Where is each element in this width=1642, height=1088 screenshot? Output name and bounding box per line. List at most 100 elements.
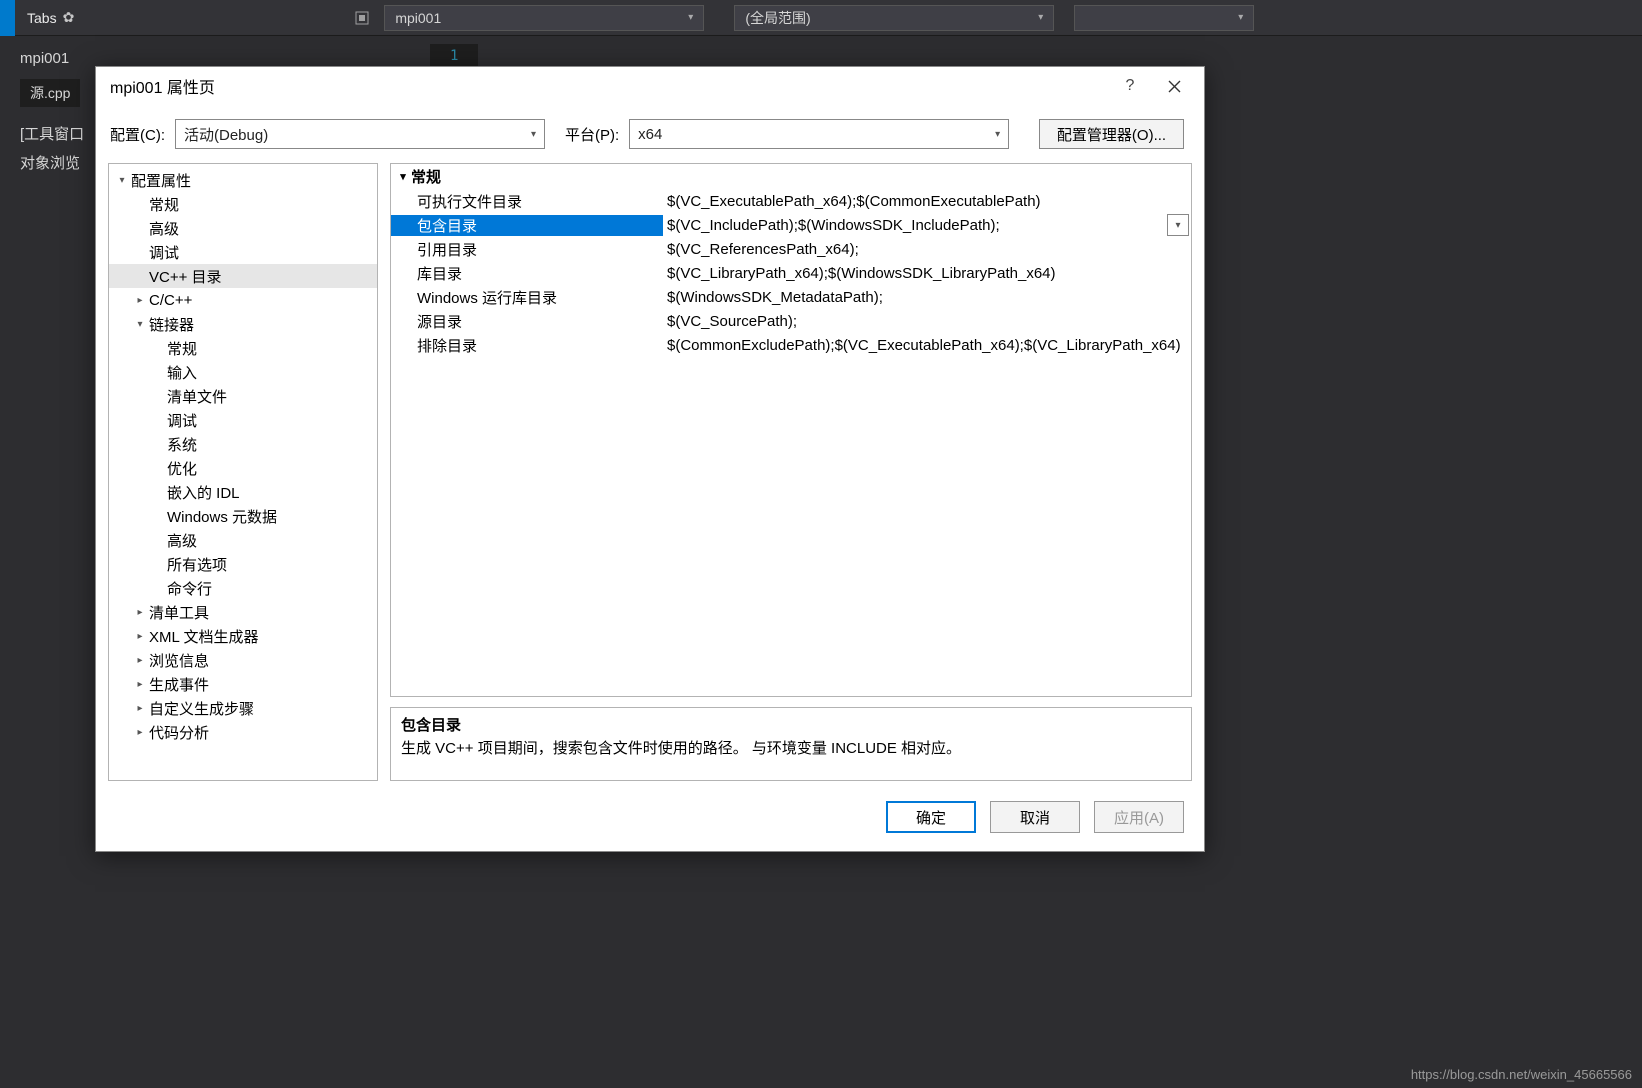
chevron-right-icon[interactable]: ▸ xyxy=(133,607,147,618)
chevron-right-icon[interactable]: ▸ xyxy=(133,295,147,306)
property-grid[interactable]: ▾ 常规 可执行文件目录$(VC_ExecutablePath_x64);$(C… xyxy=(390,163,1192,697)
project-combo[interactable]: mpi001 ▾ xyxy=(384,5,704,31)
tree-item[interactable]: 命令行 xyxy=(109,576,377,600)
chevron-right-icon[interactable]: ▸ xyxy=(133,727,147,738)
property-group-title: 常规 xyxy=(411,166,441,187)
platform-label: 平台(P): xyxy=(565,124,619,145)
tool-window-cut: [工具窗口 xyxy=(20,121,84,150)
tree-item-label: 所有选项 xyxy=(167,554,227,575)
tree-item[interactable]: VC++ 目录 xyxy=(109,264,377,288)
tabs-tool-label[interactable]: Tabs ✿ xyxy=(15,0,86,35)
property-row[interactable]: 引用目录$(VC_ReferencesPath_x64); xyxy=(391,237,1191,261)
chevron-right-icon[interactable]: ▸ xyxy=(133,679,147,690)
code-gutter: 1 xyxy=(430,44,478,68)
tree-item[interactable]: 清单文件 xyxy=(109,384,377,408)
dialog-titlebar[interactable]: mpi001 属性页 ? xyxy=(96,67,1204,105)
ok-button[interactable]: 确定 xyxy=(886,801,976,833)
tree-item[interactable]: Windows 元数据 xyxy=(109,504,377,528)
property-pages-dialog: mpi001 属性页 ? 配置(C): 活动(Debug) ▾ 平台(P): x… xyxy=(95,66,1205,852)
tree-item-label: VC++ 目录 xyxy=(149,266,222,287)
tree-item[interactable]: ▸C/C++ xyxy=(109,288,377,312)
tree-item-label: Windows 元数据 xyxy=(167,506,277,527)
tree-item[interactable]: 优化 xyxy=(109,456,377,480)
tree-item[interactable]: 常规 xyxy=(109,192,377,216)
tree-item-label: 命令行 xyxy=(167,578,212,599)
chevron-down-icon: ▾ xyxy=(1038,12,1043,23)
config-select[interactable]: 活动(Debug) ▾ xyxy=(175,119,545,149)
chevron-down-icon: ▾ xyxy=(688,12,693,23)
property-name: 源目录 xyxy=(391,311,663,332)
tree-item-label: 配置属性 xyxy=(131,170,191,191)
ide-toolbar: Tabs ✿ mpi001 ▾ (全局范围) ▾ ▾ xyxy=(0,0,1642,36)
chevron-down-icon[interactable]: ▾ xyxy=(133,319,147,330)
pin-icon[interactable] xyxy=(354,10,370,26)
apply-button[interactable]: 应用(A) xyxy=(1094,801,1184,833)
tree-item[interactable]: 高级 xyxy=(109,528,377,552)
dropdown-button[interactable]: ▾ xyxy=(1167,214,1189,236)
tree-item-label: XML 文档生成器 xyxy=(149,626,258,647)
tree-item-label: C/C++ xyxy=(149,292,192,309)
property-row[interactable]: Windows 运行库目录$(WindowsSDK_MetadataPath); xyxy=(391,285,1191,309)
chevron-down-icon[interactable]: ▾ xyxy=(115,175,129,186)
property-group-header[interactable]: ▾ 常规 xyxy=(391,164,1191,189)
gear-icon[interactable]: ✿ xyxy=(63,9,75,26)
ide-side-panel: mpi001 源.cpp [工具窗口 对象浏览 xyxy=(20,50,84,178)
tree-item[interactable]: 调试 xyxy=(109,240,377,264)
help-button[interactable]: ? xyxy=(1108,71,1152,101)
property-value[interactable]: $(VC_IncludePath);$(WindowsSDK_IncludePa… xyxy=(663,214,1191,236)
chevron-right-icon[interactable]: ▸ xyxy=(133,703,147,714)
close-button[interactable] xyxy=(1152,71,1196,101)
tree-item[interactable]: ▾链接器 xyxy=(109,312,377,336)
tree-item[interactable]: ▸XML 文档生成器 xyxy=(109,624,377,648)
property-name: Windows 运行库目录 xyxy=(391,287,663,308)
tree-item[interactable]: 调试 xyxy=(109,408,377,432)
tree-item[interactable]: 高级 xyxy=(109,216,377,240)
config-tree[interactable]: ▾配置属性常规高级调试VC++ 目录▸C/C++▾链接器常规输入清单文件调试系统… xyxy=(108,163,378,781)
dialog-footer: 确定 取消 应用(A) xyxy=(96,787,1204,851)
tree-item-label: 常规 xyxy=(149,194,179,215)
tree-item[interactable]: 嵌入的 IDL xyxy=(109,480,377,504)
property-value[interactable]: $(VC_LibraryPath_x64);$(WindowsSDK_Libra… xyxy=(663,265,1191,282)
tree-item[interactable]: 输入 xyxy=(109,360,377,384)
config-label: 配置(C): xyxy=(110,124,165,145)
tree-item[interactable]: 常规 xyxy=(109,336,377,360)
property-value[interactable]: $(VC_SourcePath); xyxy=(663,313,1191,330)
active-tool-tab[interactable] xyxy=(0,0,15,36)
property-row[interactable]: 库目录$(VC_LibraryPath_x64);$(WindowsSDK_Li… xyxy=(391,261,1191,285)
property-row[interactable]: 包含目录$(VC_IncludePath);$(WindowsSDK_Inclu… xyxy=(391,213,1191,237)
tree-item[interactable]: ▸清单工具 xyxy=(109,600,377,624)
property-value[interactable]: $(VC_ExecutablePath_x64);$(CommonExecuta… xyxy=(663,193,1191,210)
property-value[interactable]: $(CommonExcludePath);$(VC_ExecutablePath… xyxy=(663,337,1191,354)
tree-item[interactable]: ▸生成事件 xyxy=(109,672,377,696)
chevron-down-icon: ▾ xyxy=(1238,12,1243,23)
tree-item-label: 高级 xyxy=(167,530,197,551)
property-row[interactable]: 可执行文件目录$(VC_ExecutablePath_x64);$(Common… xyxy=(391,189,1191,213)
property-row[interactable]: 源目录$(VC_SourcePath); xyxy=(391,309,1191,333)
project-name[interactable]: mpi001 xyxy=(20,50,84,67)
tree-item-label: 高级 xyxy=(149,218,179,239)
watermark: https://blog.csdn.net/weixin_45665566 xyxy=(1411,1067,1632,1082)
project-combo-value: mpi001 xyxy=(395,10,441,26)
property-value[interactable]: $(VC_ReferencesPath_x64); xyxy=(663,241,1191,258)
chevron-right-icon[interactable]: ▸ xyxy=(133,655,147,666)
tree-item[interactable]: 所有选项 xyxy=(109,552,377,576)
tree-item[interactable]: ▸自定义生成步骤 xyxy=(109,696,377,720)
file-tab[interactable]: 源.cpp xyxy=(20,79,80,107)
tree-item[interactable]: ▸浏览信息 xyxy=(109,648,377,672)
property-row[interactable]: 排除目录$(CommonExcludePath);$(VC_Executable… xyxy=(391,333,1191,357)
tree-item-label: 链接器 xyxy=(149,314,194,335)
dialog-title: mpi001 属性页 xyxy=(110,74,215,98)
scope-combo[interactable]: (全局范围) ▾ xyxy=(734,5,1054,31)
tree-item[interactable]: ▾配置属性 xyxy=(109,168,377,192)
member-combo[interactable]: ▾ xyxy=(1074,5,1254,31)
object-browser-cut: 对象浏览 xyxy=(20,150,84,179)
tree-item-label: 调试 xyxy=(167,410,197,431)
tree-item[interactable]: 系统 xyxy=(109,432,377,456)
property-value[interactable]: $(WindowsSDK_MetadataPath); xyxy=(663,289,1191,306)
config-manager-button[interactable]: 配置管理器(O)... xyxy=(1039,119,1184,149)
cancel-button[interactable]: 取消 xyxy=(990,801,1080,833)
chevron-right-icon[interactable]: ▸ xyxy=(133,631,147,642)
ide-background: Tabs ✿ mpi001 ▾ (全局范围) ▾ ▾ 1 mpi001 源.cp… xyxy=(0,0,1642,1088)
tree-item[interactable]: ▸代码分析 xyxy=(109,720,377,744)
platform-select[interactable]: x64 ▾ xyxy=(629,119,1009,149)
